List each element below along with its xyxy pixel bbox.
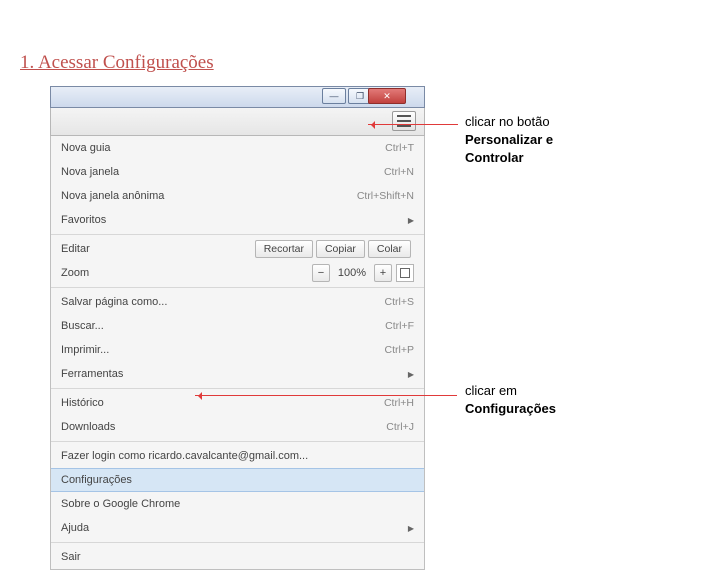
annotation-line: clicar em	[465, 383, 517, 398]
dropdown-menu: Nova guiaCtrl+T Nova janelaCtrl+N Nova j…	[50, 136, 425, 570]
chevron-right-icon: ▶	[408, 370, 414, 379]
close-button[interactable]: ✕	[368, 88, 406, 104]
menu-item-settings[interactable]: Configurações	[51, 468, 424, 492]
hamburger-icon	[397, 115, 411, 117]
browser-window: — ❐ ✕ Nova guiaCtrl+T Nova janelaCtrl+N …	[50, 86, 425, 570]
hamburger-button[interactable]	[392, 111, 416, 131]
chevron-right-icon: ▶	[408, 524, 414, 533]
menu-item-incognito[interactable]: Nova janela anônimaCtrl+Shift+N	[51, 184, 424, 208]
annotation-line: clicar no botão	[465, 114, 550, 129]
menu-label: Nova guia	[61, 142, 385, 154]
annotation-line: Personalizar e	[465, 132, 553, 147]
menu-label: Favoritos	[61, 214, 402, 226]
menu-item-zoom: Zoom − 100% +	[51, 261, 424, 285]
menu-item-new-tab[interactable]: Nova guiaCtrl+T	[51, 136, 424, 160]
zoom-value: 100%	[334, 267, 370, 279]
shortcut: Ctrl+N	[384, 166, 414, 178]
menu-label: Sair	[61, 551, 414, 563]
menu-item-save-as[interactable]: Salvar página como...Ctrl+S	[51, 290, 424, 314]
menu-item-exit[interactable]: Sair	[51, 545, 424, 569]
annotation-line: Configurações	[465, 401, 556, 416]
menu-label: Fazer login como ricardo.cavalcante@gmai…	[61, 450, 414, 462]
menu-label: Buscar...	[61, 320, 385, 332]
menu-label: Configurações	[61, 474, 414, 486]
annotation-line: Controlar	[465, 150, 524, 165]
menu-label: Nova janela	[61, 166, 384, 178]
menu-item-new-window[interactable]: Nova janelaCtrl+N	[51, 160, 424, 184]
page-heading: 1. Acessar Configurações	[20, 52, 214, 74]
menu-separator	[51, 388, 424, 389]
menu-item-print[interactable]: Imprimir...Ctrl+P	[51, 338, 424, 362]
menu-label: Nova janela anônima	[61, 190, 357, 202]
menu-item-bookmarks[interactable]: Favoritos ▶	[51, 208, 424, 232]
window-titlebar: — ❐ ✕	[50, 86, 425, 108]
copy-button[interactable]: Copiar	[316, 240, 365, 258]
menu-label: Ferramentas	[61, 368, 402, 380]
menu-label: Sobre o Google Chrome	[61, 498, 414, 510]
menu-label: Downloads	[61, 421, 386, 433]
shortcut: Ctrl+F	[385, 320, 414, 332]
cut-button[interactable]: Recortar	[255, 240, 313, 258]
annotation-hamburger: clicar no botão Personalizar e Controlar	[465, 113, 553, 168]
zoom-out-button[interactable]: −	[312, 264, 330, 282]
arrow-to-hamburger	[368, 124, 458, 125]
shortcut: Ctrl+S	[385, 296, 414, 308]
menu-label: Zoom	[61, 267, 312, 279]
maximize-icon: ❐	[356, 91, 364, 102]
menu-item-find[interactable]: Buscar...Ctrl+F	[51, 314, 424, 338]
menu-label: Ajuda	[61, 522, 402, 534]
menu-separator	[51, 287, 424, 288]
annotation-settings: clicar em Configurações	[465, 382, 556, 418]
menu-label: Editar	[61, 243, 255, 255]
menu-item-help[interactable]: Ajuda ▶	[51, 516, 424, 540]
menu-item-edit: Editar Recortar Copiar Colar	[51, 237, 424, 261]
shortcut: Ctrl+P	[385, 344, 414, 356]
paste-button[interactable]: Colar	[368, 240, 411, 258]
menu-item-about[interactable]: Sobre o Google Chrome	[51, 492, 424, 516]
close-icon: ✕	[383, 91, 391, 102]
shortcut: Ctrl+T	[385, 142, 414, 154]
shortcut: Ctrl+H	[384, 397, 414, 409]
menu-item-tools[interactable]: Ferramentas ▶	[51, 362, 424, 386]
menu-separator	[51, 234, 424, 235]
minimize-icon: —	[330, 91, 339, 101]
menu-separator	[51, 441, 424, 442]
minimize-button[interactable]: —	[322, 88, 346, 104]
menu-separator	[51, 542, 424, 543]
chevron-right-icon: ▶	[408, 216, 414, 225]
arrow-to-settings	[195, 395, 457, 396]
menu-item-login[interactable]: Fazer login como ricardo.cavalcante@gmai…	[51, 444, 424, 468]
menu-label: Histórico	[61, 397, 384, 409]
fullscreen-button[interactable]	[396, 264, 414, 282]
shortcut: Ctrl+J	[386, 421, 414, 433]
menu-label: Salvar página como...	[61, 296, 385, 308]
shortcut: Ctrl+Shift+N	[357, 190, 414, 202]
menu-label: Imprimir...	[61, 344, 385, 356]
menu-item-downloads[interactable]: DownloadsCtrl+J	[51, 415, 424, 439]
zoom-in-button[interactable]: +	[374, 264, 392, 282]
